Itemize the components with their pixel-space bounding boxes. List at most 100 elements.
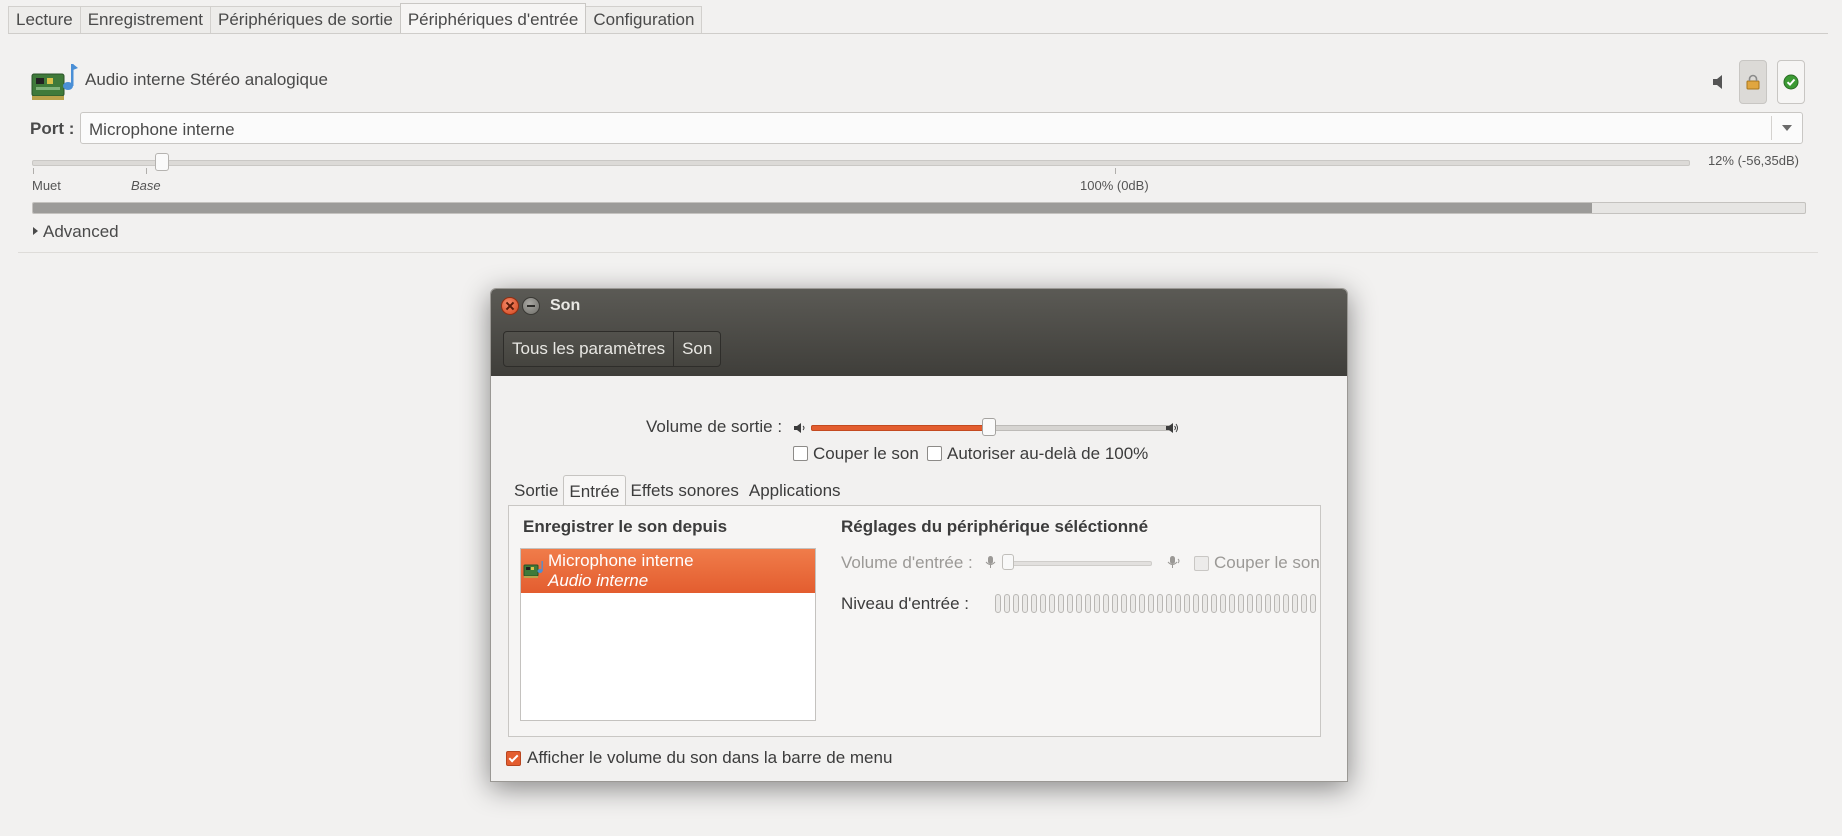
input-level-label: Niveau d'entrée : (841, 594, 969, 613)
level-segment (1121, 594, 1127, 613)
overamplify-checkbox[interactable] (927, 446, 942, 461)
mute-output-checkbox[interactable] (793, 446, 808, 461)
mute-input-checkbox[interactable] (1194, 556, 1209, 571)
tab-peripheriques-sortie[interactable]: Périphériques de sortie (209, 6, 401, 33)
level-segment (1283, 594, 1289, 613)
level-segment (1238, 594, 1244, 613)
level-segment (1229, 594, 1235, 613)
window-titlebar: Son Tous les paramètres Son (491, 289, 1347, 376)
port-label: Port : (30, 119, 75, 138)
level-segment (1175, 594, 1181, 613)
port-select[interactable]: Microphone interne (80, 112, 1803, 144)
level-segment (1031, 594, 1037, 613)
sound-card-icon (523, 561, 543, 578)
input-device-sub: Audio interne (548, 571, 649, 590)
input-device-name: Microphone interne (548, 551, 694, 570)
level-segment (1022, 594, 1028, 613)
level-segment (1220, 594, 1226, 613)
level-segment (1211, 594, 1217, 613)
input-volume-track[interactable] (1004, 561, 1152, 566)
set-default-button[interactable] (1777, 60, 1805, 104)
level-segment (1058, 594, 1064, 613)
level-segment (995, 594, 1001, 613)
advanced-label: Advanced (43, 222, 119, 241)
expander-arrow-icon (33, 227, 38, 235)
breadcrumb-sound[interactable]: Son (674, 332, 720, 366)
level-segment (1247, 594, 1253, 613)
mute-output-label: Couper le son (813, 444, 919, 463)
microphone-high-icon (1167, 556, 1180, 568)
breadcrumb: Tous les paramètres Son (503, 331, 722, 367)
show-volume-menubar-label: Afficher le volume du son dans la barre … (527, 748, 893, 767)
level-segment (1193, 594, 1199, 613)
lock-icon (1746, 74, 1760, 90)
microphone-low-icon (985, 556, 996, 568)
check-default-icon (1783, 74, 1799, 90)
input-level-segments (995, 594, 1316, 613)
sound-settings-window: Son Tous les paramètres Son Volume de so… (490, 288, 1348, 782)
mark-mute: Muet (32, 178, 61, 193)
level-segment (1004, 594, 1010, 613)
level-segment (1256, 594, 1262, 613)
tab-peripheriques-entree[interactable]: Périphériques d'entrée (399, 3, 587, 33)
level-segment (1292, 594, 1298, 613)
port-value: Microphone interne (89, 120, 235, 139)
level-segment (1139, 594, 1145, 613)
tab-enregistrement[interactable]: Enregistrement (79, 6, 211, 33)
output-volume-fill (811, 425, 989, 431)
level-segment (1076, 594, 1082, 613)
level-segment (1130, 594, 1136, 613)
level-segment (1202, 594, 1208, 613)
level-segment (1184, 594, 1190, 613)
level-segment (1157, 594, 1163, 613)
level-segment (1301, 594, 1307, 613)
device-separator (18, 252, 1818, 253)
sound-tabs: Sortie Entrée Effets sonores Application… (509, 475, 846, 508)
window-title: Son (550, 297, 581, 314)
level-segment (1085, 594, 1091, 613)
input-volume-label: Volume d'entrée : (841, 553, 973, 572)
record-from-heading: Enregistrer le son depuis (523, 517, 728, 536)
output-volume-handle[interactable] (982, 418, 996, 436)
level-segment (1040, 594, 1046, 613)
tab-entree[interactable]: Entrée (563, 475, 626, 506)
input-device-list[interactable]: Microphone interne Audio interne (520, 548, 816, 721)
show-volume-menubar-checkbox[interactable] (506, 751, 521, 766)
sound-card-icon (31, 64, 78, 100)
level-segment (1067, 594, 1073, 613)
breadcrumb-all-settings[interactable]: Tous les paramètres (504, 332, 675, 366)
level-segment (1148, 594, 1154, 613)
mark-full: 100% (0dB) (1080, 178, 1149, 193)
speaker-low-icon (794, 423, 805, 433)
tab-effets-sonores[interactable]: Effets sonores (626, 477, 744, 505)
device-actions (1711, 60, 1805, 104)
level-segment (1265, 594, 1271, 613)
device-volume-slider-track[interactable] (32, 160, 1690, 166)
level-segment (1094, 594, 1100, 613)
device-settings-heading: Réglages du périphérique séléctionné (841, 517, 1149, 536)
lock-channels-button[interactable] (1739, 60, 1767, 104)
mute-input-label: Couper le son (1214, 553, 1320, 572)
input-volume-handle[interactable] (1002, 554, 1014, 570)
tab-configuration[interactable]: Configuration (585, 6, 703, 33)
tab-lecture[interactable]: Lecture (8, 6, 81, 33)
list-item[interactable]: Microphone interne Audio interne (521, 549, 815, 593)
advanced-expander[interactable]: Advanced (33, 222, 119, 242)
pavu-tabbar: Lecture Enregistrement Périphériques de … (8, 3, 703, 34)
close-icon[interactable] (501, 297, 519, 315)
tab-sortie[interactable]: Sortie (509, 477, 563, 505)
device-name: Audio interne Stéréo analogique (85, 70, 328, 89)
device-volume-readout: 12% (-56,35dB) (1707, 153, 1799, 168)
speaker-mute-icon[interactable] (1711, 73, 1729, 91)
minimize-icon[interactable] (522, 297, 540, 315)
mark-base: Base (131, 178, 161, 193)
level-segment (1013, 594, 1019, 613)
level-segment (1103, 594, 1109, 613)
input-level-fill (33, 203, 1593, 213)
tab-divider (8, 33, 1828, 34)
device-volume-slider-handle[interactable] (155, 153, 169, 171)
level-segment (1310, 594, 1316, 613)
tab-applications[interactable]: Applications (744, 477, 846, 505)
level-segment (1049, 594, 1055, 613)
output-volume-label: Volume de sortie : (646, 417, 783, 436)
